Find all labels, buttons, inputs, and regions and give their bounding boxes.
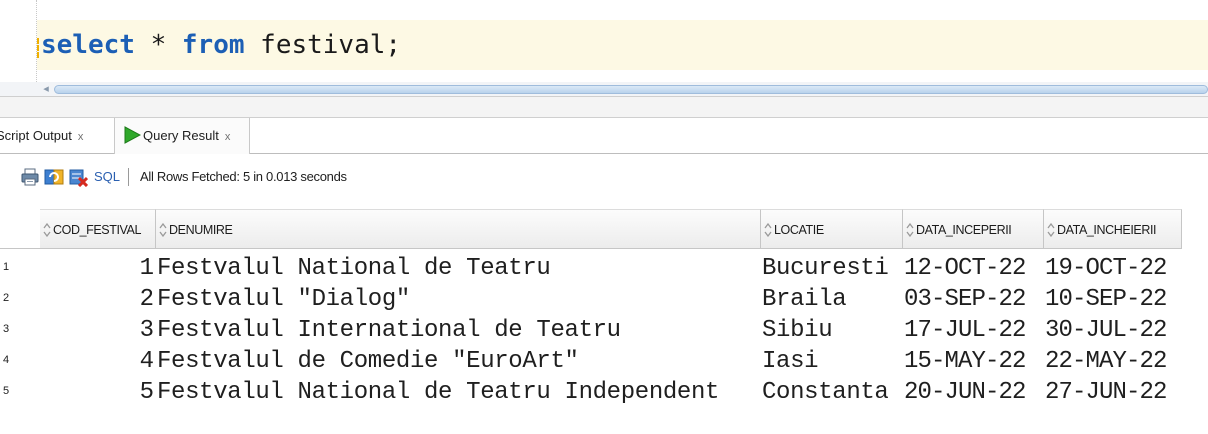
cell-denumire[interactable]: Festvalul International de Teatru — [156, 315, 759, 346]
sort-icon — [159, 222, 167, 237]
cancel-query-icon[interactable] — [68, 167, 88, 187]
horizontal-scrollbar[interactable]: ◂ — [0, 82, 1208, 96]
keyword-select: select — [41, 30, 135, 60]
fetch-status: All Rows Fetched: 5 in 0.013 seconds — [140, 169, 347, 184]
cell-denumire[interactable]: Festvalul National de Teatru — [156, 253, 759, 284]
cell-locatie[interactable]: Sibiu — [761, 315, 901, 346]
text-cursor — [37, 38, 39, 58]
tab-query-result[interactable]: Query Result x — [114, 118, 250, 154]
cell-denumire[interactable]: Festvalul National de Teatru Independent — [156, 377, 759, 408]
cell-data-incheierii[interactable]: 30-JUL-22 — [1044, 315, 1180, 346]
sql-editor[interactable]: select * from festival; — [0, 0, 1208, 82]
column-header-data-inceperii[interactable]: DATA_INCEPERII — [903, 209, 1044, 249]
scrollbar-thumb[interactable] — [54, 85, 1208, 94]
grid-header: COD_FESTIVAL DENUMIRE LOCATIE DATA_INCEP… — [0, 209, 1208, 249]
table-row[interactable]: 5 5 Festvalul National de Teatru Indepen… — [0, 377, 1208, 408]
cell-locatie[interactable]: Bucuresti — [761, 253, 901, 284]
cell-locatie[interactable]: Constanta — [761, 377, 901, 408]
tab-label: Script Output — [0, 128, 72, 143]
column-header-denumire[interactable]: DENUMIRE — [156, 209, 761, 249]
cell-data-incheierii[interactable]: 22-MAY-22 — [1044, 346, 1180, 377]
row-number[interactable]: 1 — [0, 253, 40, 284]
column-header-cod-festival[interactable]: COD_FESTIVAL — [40, 209, 156, 249]
result-toolbar: SQL All Rows Fetched: 5 in 0.013 seconds — [0, 154, 1208, 200]
column-header-label: COD_FESTIVAL — [53, 223, 142, 237]
sort-icon — [43, 222, 51, 237]
row-number[interactable]: 3 — [0, 315, 40, 346]
column-header-label: DATA_INCHEIERII — [1057, 223, 1157, 237]
cell-data-inceperii[interactable]: 20-JUN-22 — [903, 377, 1042, 408]
table-row[interactable]: 3 3 Festvalul International de Teatru Si… — [0, 315, 1208, 346]
query-result-grid[interactable]: COD_FESTIVAL DENUMIRE LOCATIE DATA_INCEP… — [0, 209, 1208, 434]
row-number[interactable]: 2 — [0, 284, 40, 315]
tab-label: Query Result — [143, 128, 219, 143]
cell-data-inceperii[interactable]: 17-JUL-22 — [903, 315, 1042, 346]
output-tabs: Script Output x Query Result x — [0, 118, 1208, 154]
keyword-from: from — [181, 30, 245, 60]
code-star: * — [134, 30, 182, 60]
row-header-corner — [0, 209, 40, 249]
sort-icon — [906, 222, 914, 237]
toolbar-separator — [128, 168, 129, 186]
table-row[interactable]: 4 4 Festvalul de Comedie "EuroArt" Iasi … — [0, 346, 1208, 377]
play-icon — [124, 126, 141, 144]
row-number[interactable]: 5 — [0, 377, 40, 408]
tab-script-output[interactable]: Script Output x — [0, 118, 112, 154]
sort-icon — [764, 222, 772, 237]
row-number[interactable]: 4 — [0, 346, 40, 377]
cell-cod-festival[interactable]: 2 — [40, 284, 154, 315]
cell-cod-festival[interactable]: 3 — [40, 315, 154, 346]
close-icon[interactable]: x — [78, 131, 84, 143]
cell-denumire[interactable]: Festvalul de Comedie "EuroArt" — [156, 346, 759, 377]
cell-denumire[interactable]: Festvalul "Dialog" — [156, 284, 759, 315]
table-row[interactable]: 2 2 Festvalul "Dialog" Braila 03-SEP-22 … — [0, 284, 1208, 315]
code-line[interactable]: select * from festival; — [37, 20, 1208, 70]
column-header-locatie[interactable]: LOCATIE — [761, 209, 903, 249]
column-header-data-incheierii[interactable]: DATA_INCHEIERII — [1044, 209, 1182, 249]
cell-data-incheierii[interactable]: 19-OCT-22 — [1044, 253, 1180, 284]
column-header-label: LOCATIE — [774, 223, 824, 237]
pane-splitter[interactable] — [0, 96, 1208, 118]
scroll-left-arrow-icon[interactable]: ◂ — [40, 82, 52, 96]
refresh-icon[interactable] — [44, 167, 64, 187]
sort-icon — [1047, 222, 1055, 237]
cell-locatie[interactable]: Iasi — [761, 346, 901, 377]
cell-data-inceperii[interactable]: 15-MAY-22 — [903, 346, 1042, 377]
column-header-label: DATA_INCEPERII — [916, 223, 1012, 237]
print-icon[interactable] — [20, 167, 40, 187]
cell-data-inceperii[interactable]: 03-SEP-22 — [903, 284, 1042, 315]
cell-locatie[interactable]: Braila — [761, 284, 901, 315]
cell-data-incheierii[interactable]: 10-SEP-22 — [1044, 284, 1180, 315]
sql-button[interactable]: SQL — [94, 167, 120, 187]
cell-cod-festival[interactable]: 5 — [40, 377, 154, 408]
table-row[interactable]: 1 1 Festvalul National de Teatru Bucures… — [0, 253, 1208, 284]
cell-cod-festival[interactable]: 1 — [40, 253, 154, 284]
cell-data-incheierii[interactable]: 27-JUN-22 — [1044, 377, 1180, 408]
cell-data-inceperii[interactable]: 12-OCT-22 — [903, 253, 1042, 284]
code-table-name: festival; — [244, 30, 402, 60]
column-header-label: DENUMIRE — [169, 223, 233, 237]
close-icon[interactable]: x — [225, 131, 231, 143]
cell-cod-festival[interactable]: 4 — [40, 346, 154, 377]
